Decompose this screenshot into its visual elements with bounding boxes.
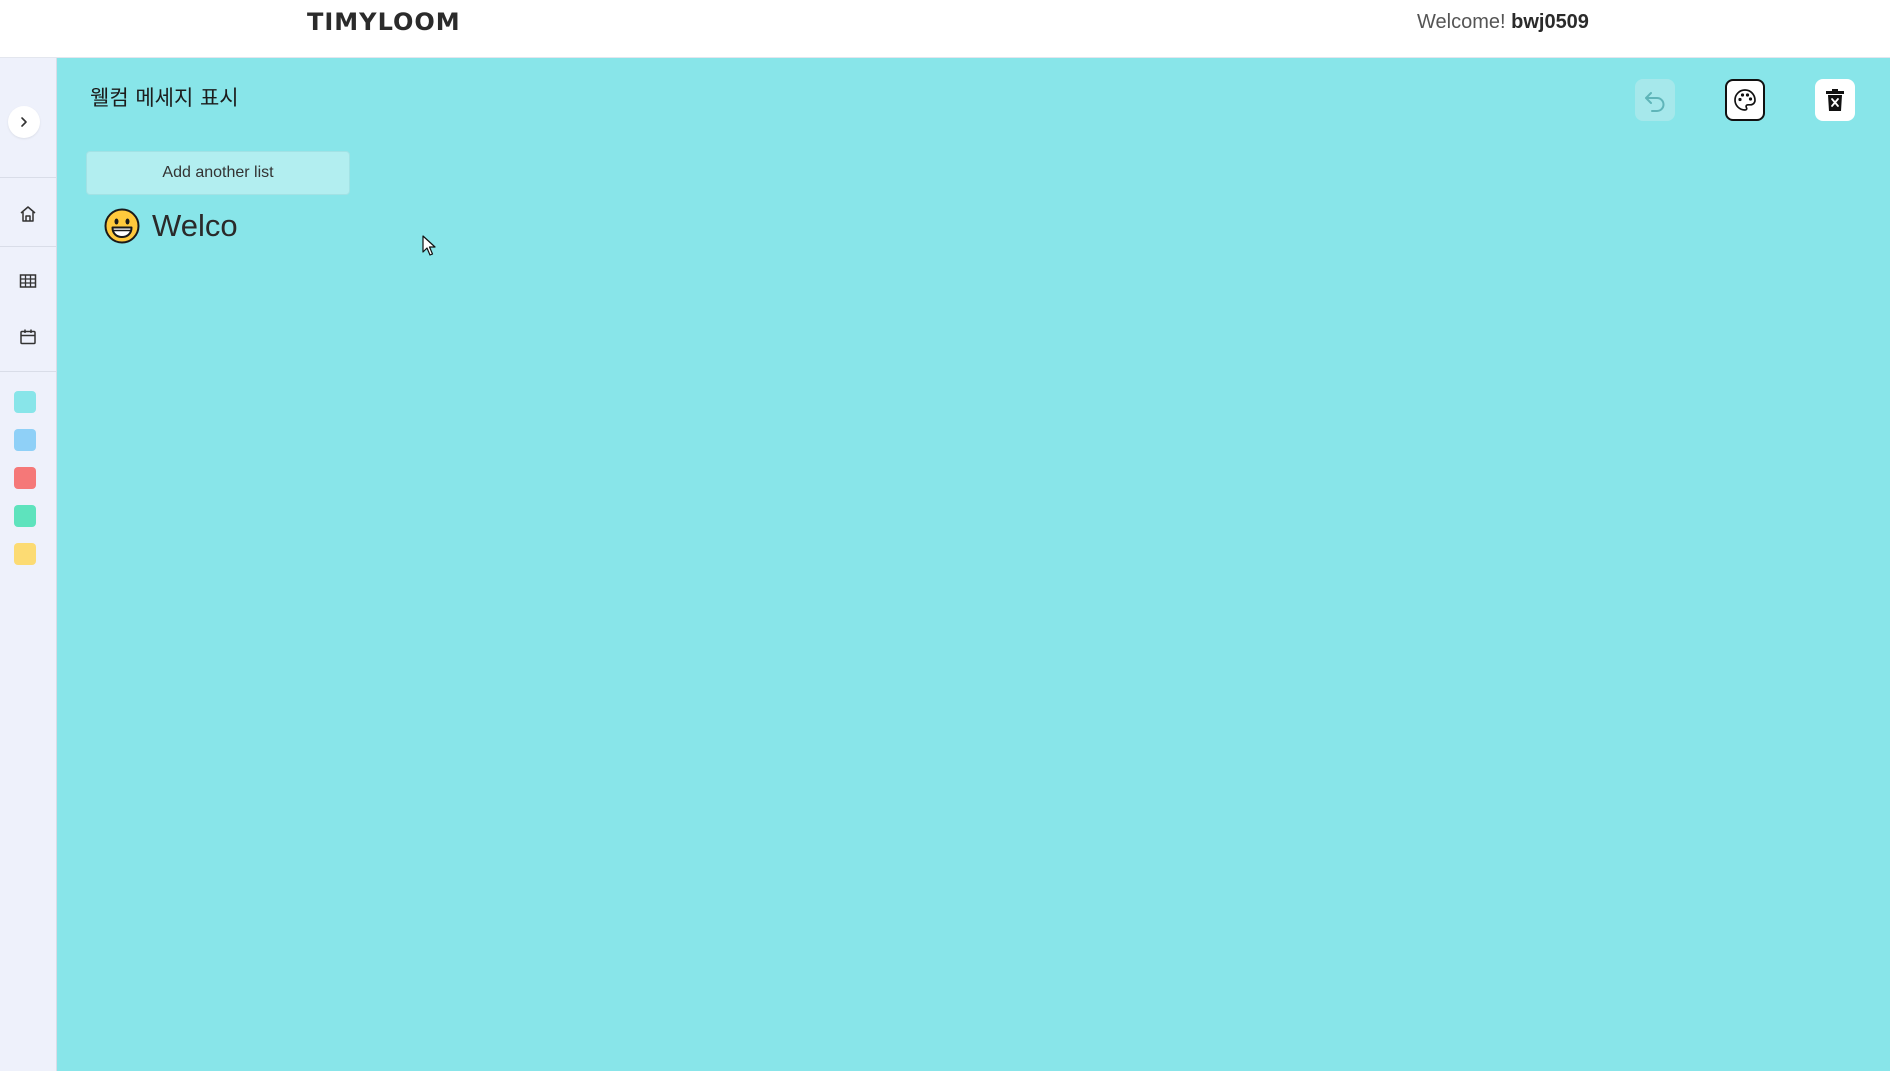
calendar-icon [20, 329, 36, 345]
color-swatch-cyan[interactable] [14, 391, 36, 413]
top-header: TIMYLOOM Welcome! bwj0509 [0, 0, 1890, 58]
board-title[interactable]: 웰컴 메세지 표시 [90, 82, 239, 112]
sidebar-divider [0, 371, 56, 372]
sidebar-divider [0, 246, 56, 247]
welcome-greeting: Welcome! bwj0509 [1417, 11, 1589, 34]
sidebar-item-table[interactable] [0, 264, 56, 298]
board-canvas: 웰컴 메세지 표시 Add another list Welco [57, 58, 1890, 1071]
delete-board-button[interactable] [1815, 79, 1855, 121]
color-swatch-yellow[interactable] [14, 543, 36, 565]
color-swatch-blue[interactable] [14, 429, 36, 451]
trash-icon [1826, 89, 1844, 111]
sidebar-expand-button[interactable] [8, 106, 40, 138]
add-another-list-button[interactable]: Add another list [86, 151, 350, 195]
grinning-face-emoji-icon [104, 208, 140, 244]
sidebar-divider [0, 177, 56, 178]
username: bwj0509 [1511, 11, 1589, 33]
palette-icon [1734, 89, 1756, 111]
welcome-message: Welco [104, 208, 238, 244]
welcome-prefix: Welcome! [1417, 11, 1512, 33]
color-swatch-green[interactable] [14, 505, 36, 527]
app-logo[interactable]: TIMYLOOM [307, 8, 461, 36]
home-icon [20, 206, 36, 222]
color-swatch-red[interactable] [14, 467, 36, 489]
sidebar-item-calendar[interactable] [0, 320, 56, 354]
chevron-right-icon [21, 117, 27, 127]
undo-icon [1645, 92, 1665, 112]
theme-button[interactable] [1725, 79, 1765, 121]
mouse-cursor-icon [422, 235, 436, 256]
table-icon [19, 274, 37, 288]
undo-button[interactable] [1635, 79, 1675, 121]
sidebar-item-home[interactable] [0, 197, 56, 231]
sidebar [0, 58, 57, 1071]
welcome-message-text: Welco [152, 208, 238, 243]
